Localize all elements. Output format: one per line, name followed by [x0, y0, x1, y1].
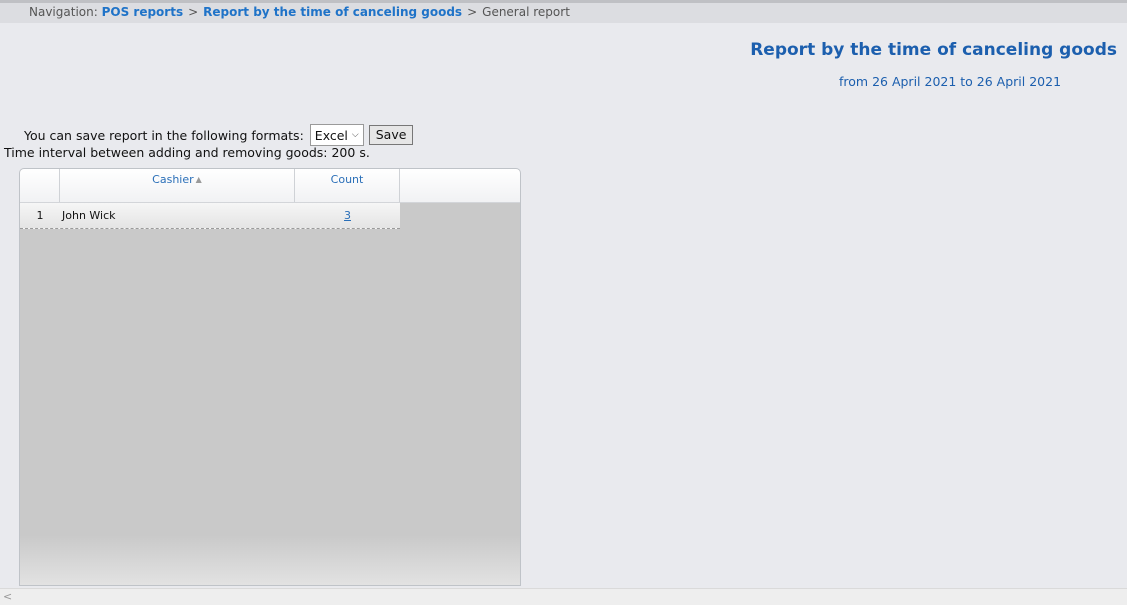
row-count-link[interactable]: 3: [344, 209, 351, 222]
breadcrumb-link-pos-reports[interactable]: POS reports: [102, 5, 184, 19]
interval-text: Time interval between adding and removin…: [4, 145, 370, 160]
chevron-down-icon: ⌵: [351, 130, 359, 140]
format-select-value: Excel: [314, 127, 348, 143]
chevron-left-icon[interactable]: <: [3, 589, 12, 604]
row-cashier: John Wick: [62, 209, 116, 222]
header-count-label: Count: [330, 173, 364, 186]
header-cashier-label: Cashier: [152, 173, 194, 186]
row-count-cell: 3: [295, 203, 400, 228]
export-row: You can save report in the following for…: [24, 124, 414, 146]
format-select[interactable]: Excel ⌵: [309, 124, 364, 146]
breadcrumb-prefix: Navigation:: [29, 5, 98, 19]
breadcrumb-separator: >: [188, 5, 199, 19]
export-label: You can save report in the following for…: [24, 127, 304, 143]
save-button[interactable]: Save: [368, 125, 414, 145]
header-row-number: [20, 169, 60, 202]
report-period: from 26 April 2021 to 26 April 2021: [839, 74, 1062, 89]
grid-header: Cashier ▲︎ Count: [20, 169, 520, 203]
breadcrumb-link-report[interactable]: Report by the time of canceling goods: [203, 5, 462, 19]
report-title: Report by the time of canceling goods: [750, 40, 1117, 60]
header-cashier[interactable]: Cashier ▲︎: [60, 169, 295, 202]
header-count[interactable]: Count: [295, 169, 400, 202]
report-grid: Cashier ▲︎ Count 1 John Wick 3: [19, 168, 521, 586]
breadcrumb-current: General report: [482, 5, 570, 19]
table-row: 1 John Wick 3: [20, 203, 400, 229]
row-number: 1: [36, 209, 44, 222]
breadcrumb: Navigation: POS reports > Report by the ti…: [0, 3, 1127, 23]
horizontal-scrollbar[interactable]: <: [0, 588, 1127, 605]
sort-icon[interactable]: ▲︎: [196, 169, 202, 191]
breadcrumb-separator: >: [467, 5, 478, 19]
